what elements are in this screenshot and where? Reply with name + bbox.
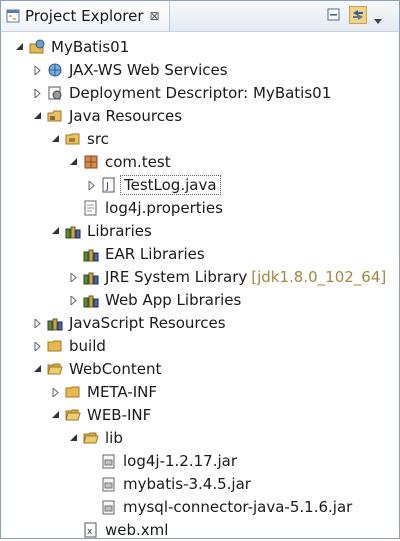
collapsed-arrow-icon[interactable]	[51, 387, 60, 397]
tree-item-label: web.xml	[105, 521, 169, 539]
collapsed-arrow-icon[interactable]	[69, 295, 78, 305]
close-icon[interactable]: ⊠	[150, 9, 160, 23]
web-project-icon	[29, 39, 45, 55]
collapsed-arrow-icon[interactable]	[33, 341, 42, 351]
tree-item-label: mybatis-3.4.5.jar	[123, 475, 251, 493]
tree-item-label: log4j.properties	[105, 199, 223, 217]
tab-project-explorer[interactable]: Project Explorer ⊠	[1, 1, 170, 31]
tree-item-meta-inf[interactable]: META-INF	[51, 381, 157, 403]
webservice-icon	[47, 62, 63, 78]
tree-item-decoration: [jdk1.8.0_102_64]	[251, 268, 387, 286]
source-folder-icon	[65, 131, 81, 147]
expanded-arrow-icon[interactable]	[51, 226, 60, 236]
tree-item-label: Libraries	[87, 222, 152, 240]
expanded-arrow-icon[interactable]	[69, 433, 78, 443]
tree-item-label: Deployment Descriptor: MyBatis01	[69, 84, 332, 102]
tree-item-testlog-java[interactable]: J TestLog.java	[87, 174, 221, 196]
tree-item-log4j-1-2-17-jar[interactable]: log4j-1.2.17.jar	[87, 450, 237, 472]
tree-item-label: src	[87, 130, 109, 148]
tree-item-label: JRE System Library	[105, 268, 248, 286]
expanded-arrow-icon[interactable]	[69, 157, 78, 167]
tree-item-java-resources[interactable]: Java Resources	[33, 105, 182, 127]
tree-item-com-test[interactable]: com.test	[69, 151, 171, 173]
tree-item-label: mysql-connector-java-5.1.6.jar	[123, 498, 353, 516]
jar-icon	[101, 499, 117, 515]
deployment-descriptor-icon	[47, 85, 63, 101]
view-header: Project Explorer ⊠	[1, 1, 399, 32]
tree-item-libraries[interactable]: Libraries	[51, 220, 152, 242]
tree-item-label: WEB-INF	[87, 406, 152, 424]
tree-item-build[interactable]: build	[33, 335, 106, 357]
tree-item-src[interactable]: src	[51, 128, 109, 150]
tree-item-deployment-descriptor-mybatis01[interactable]: Deployment Descriptor: MyBatis01	[33, 82, 331, 104]
tree-item-label: Web App Libraries	[105, 291, 242, 309]
java-file-icon: J	[101, 177, 117, 193]
tree-item-webcontent[interactable]: WebContent	[33, 358, 161, 380]
collapsed-arrow-icon[interactable]	[87, 180, 96, 190]
expanded-arrow-icon[interactable]	[51, 410, 60, 420]
tree-item-jre-system-library[interactable]: JRE System Library [jdk1.8.0_102_64]	[69, 266, 386, 288]
java-resources-icon	[47, 108, 63, 124]
tree-item-log4j-properties[interactable]: log4j.properties	[69, 197, 223, 219]
project-tree: MyBatis01 JAX-WS Web Services Deployment D…	[1, 32, 399, 541]
view-title: Project Explorer	[25, 7, 144, 25]
tree-item-mybatis01[interactable]: MyBatis01	[15, 36, 129, 58]
folder-open-icon	[47, 361, 63, 377]
expanded-arrow-icon[interactable]	[33, 111, 42, 121]
tree-item-label: JavaScript Resources	[69, 314, 226, 332]
library-icon	[83, 246, 99, 262]
tree-item-ear-libraries[interactable]: EAR Libraries	[69, 243, 205, 265]
library-icon	[83, 269, 99, 285]
collapse-all-icon[interactable]	[326, 7, 342, 23]
collapsed-arrow-icon[interactable]	[33, 318, 42, 328]
tree-item-label: WebContent	[69, 360, 162, 378]
tree-item-mybatis-3-4-5-jar[interactable]: mybatis-3.4.5.jar	[87, 473, 251, 495]
tree-item-label: lib	[105, 429, 123, 447]
expanded-arrow-icon[interactable]	[33, 364, 42, 374]
tree-item-lib[interactable]: lib	[69, 427, 123, 449]
file-icon	[83, 200, 99, 216]
library-icon	[83, 292, 99, 308]
tree-item-label: log4j-1.2.17.jar	[123, 452, 237, 470]
svg-text:x: x	[87, 527, 93, 537]
tree-item-web-xml[interactable]: x web.xml	[69, 519, 168, 541]
project-explorer-view: Project Explorer ⊠ MyBatis01 JAX-WS Web S…	[0, 0, 400, 539]
folder-open-icon	[83, 430, 99, 446]
tree-item-jax-ws-web-services[interactable]: JAX-WS Web Services	[33, 59, 228, 81]
library-icon	[47, 315, 63, 331]
tree-item-web-app-libraries[interactable]: Web App Libraries	[69, 289, 241, 311]
tree-item-label: EAR Libraries	[105, 245, 205, 263]
project-explorer-icon	[6, 9, 20, 23]
svg-text:J: J	[105, 181, 109, 192]
tree-item-mysql-connector-java-5-1-6-jar[interactable]: mysql-connector-java-5.1.6.jar	[87, 496, 352, 518]
package-icon	[83, 154, 99, 170]
tree-item-label: com.test	[105, 153, 171, 171]
expanded-arrow-icon[interactable]	[15, 42, 24, 52]
link-with-editor-icon[interactable]	[349, 6, 367, 24]
collapsed-arrow-icon[interactable]	[69, 272, 78, 282]
folder-icon	[47, 338, 63, 354]
expanded-arrow-icon[interactable]	[51, 134, 60, 144]
xml-file-icon: x	[83, 522, 99, 538]
tree-item-javascript-resources[interactable]: JavaScript Resources	[33, 312, 226, 334]
tree-item-web-inf[interactable]: WEB-INF	[51, 404, 151, 426]
tree-item-label: META-INF	[87, 383, 158, 401]
view-menu-icon[interactable]	[374, 11, 382, 24]
jar-icon	[101, 476, 117, 492]
tree-item-label: build	[69, 337, 106, 355]
folder-icon	[65, 384, 81, 400]
tree-item-label: MyBatis01	[51, 38, 130, 56]
tree-item-label: Java Resources	[69, 107, 183, 125]
library-icon	[65, 223, 81, 239]
collapsed-arrow-icon[interactable]	[33, 65, 42, 75]
tree-item-label: TestLog.java	[120, 175, 221, 195]
collapsed-arrow-icon[interactable]	[33, 88, 42, 98]
tree-item-label: JAX-WS Web Services	[69, 61, 228, 79]
jar-icon	[101, 453, 117, 469]
folder-open-icon	[65, 407, 81, 423]
